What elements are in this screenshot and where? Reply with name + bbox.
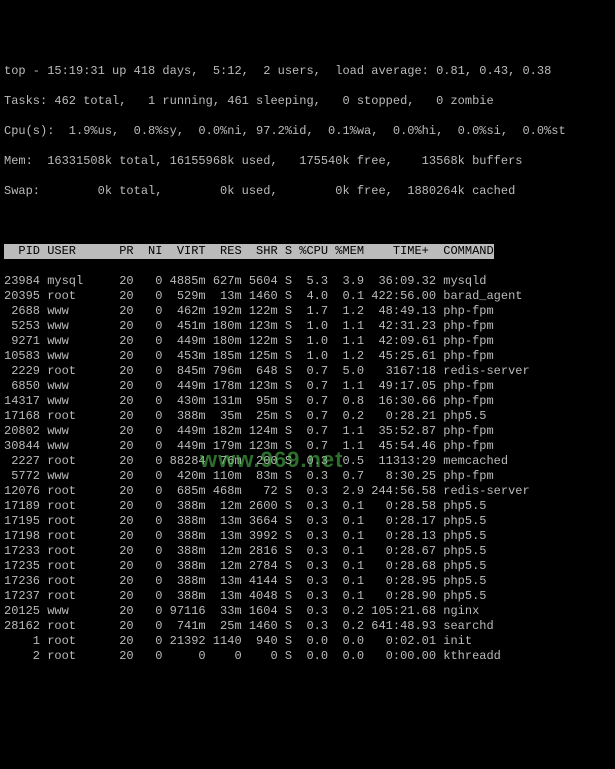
summary-swap: Swap: 0k total, 0k used, 0k free, 188026… <box>4 184 611 199</box>
process-row[interactable]: 23984 mysql 20 0 4885m 627m 5604 S 5.3 3… <box>4 274 611 289</box>
process-row[interactable]: 20802 www 20 0 449m 182m 124m S 0.7 1.1 … <box>4 424 611 439</box>
process-row[interactable]: 20125 www 20 0 97116 33m 1604 S 0.3 0.2 … <box>4 604 611 619</box>
column-header-row: PID USER PR NI VIRT RES SHR S %CPU %MEM … <box>4 244 611 259</box>
process-row[interactable]: 17189 root 20 0 388m 12m 2600 S 0.3 0.1 … <box>4 499 611 514</box>
process-row[interactable]: 17198 root 20 0 388m 13m 3992 S 0.3 0.1 … <box>4 529 611 544</box>
process-row[interactable]: 20395 root 20 0 529m 13m 1460 S 4.0 0.1 … <box>4 289 611 304</box>
process-row[interactable]: 14317 www 20 0 430m 131m 95m S 0.7 0.8 1… <box>4 394 611 409</box>
process-row[interactable]: 1 root 20 0 21392 1140 940 S 0.0 0.0 0:0… <box>4 634 611 649</box>
summary-uptime: top - 15:19:31 up 418 days, 5:12, 2 user… <box>4 64 611 79</box>
summary-mem: Mem: 16331508k total, 16155968k used, 17… <box>4 154 611 169</box>
process-row[interactable]: 17235 root 20 0 388m 12m 2784 S 0.3 0.1 … <box>4 559 611 574</box>
process-row[interactable]: 10583 www 20 0 453m 185m 125m S 1.0 1.2 … <box>4 349 611 364</box>
process-row[interactable]: 2227 root 20 0 88284 76m 200 S 0.3 0.5 1… <box>4 454 611 469</box>
process-row[interactable]: 2688 www 20 0 462m 192m 122m S 1.7 1.2 4… <box>4 304 611 319</box>
process-row[interactable]: 6850 www 20 0 449m 178m 123m S 0.7 1.1 4… <box>4 379 611 394</box>
process-row[interactable]: 30844 www 20 0 449m 179m 123m S 0.7 1.1 … <box>4 439 611 454</box>
process-list[interactable]: 23984 mysql 20 0 4885m 627m 5604 S 5.3 3… <box>4 274 611 664</box>
process-row[interactable]: 17168 root 20 0 388m 35m 25m S 0.7 0.2 0… <box>4 409 611 424</box>
process-row[interactable]: 2229 root 20 0 845m 796m 648 S 0.7 5.0 3… <box>4 364 611 379</box>
process-row[interactable]: 17233 root 20 0 388m 12m 2816 S 0.3 0.1 … <box>4 544 611 559</box>
summary-tasks: Tasks: 462 total, 1 running, 461 sleepin… <box>4 94 611 109</box>
summary-cpu: Cpu(s): 1.9%us, 0.8%sy, 0.0%ni, 97.2%id,… <box>4 124 611 139</box>
process-row[interactable]: 12076 root 20 0 685m 468m 72 S 0.3 2.9 2… <box>4 484 611 499</box>
process-row[interactable]: 5253 www 20 0 451m 180m 123m S 1.0 1.1 4… <box>4 319 611 334</box>
process-row[interactable]: 5772 www 20 0 420m 110m 83m S 0.3 0.7 8:… <box>4 469 611 484</box>
process-row[interactable]: 17195 root 20 0 388m 13m 3664 S 0.3 0.1 … <box>4 514 611 529</box>
process-row[interactable]: 17236 root 20 0 388m 13m 4144 S 0.3 0.1 … <box>4 574 611 589</box>
process-row[interactable]: 17237 root 20 0 388m 13m 4048 S 0.3 0.1 … <box>4 589 611 604</box>
process-row[interactable]: 2 root 20 0 0 0 0 S 0.0 0.0 0:00.00 kthr… <box>4 649 611 664</box>
blank-line <box>4 214 611 229</box>
process-row[interactable]: 28162 root 20 0 741m 25m 1460 S 0.3 0.2 … <box>4 619 611 634</box>
column-headers[interactable]: PID USER PR NI VIRT RES SHR S %CPU %MEM … <box>4 244 494 259</box>
process-row[interactable]: 9271 www 20 0 449m 180m 122m S 1.0 1.1 4… <box>4 334 611 349</box>
